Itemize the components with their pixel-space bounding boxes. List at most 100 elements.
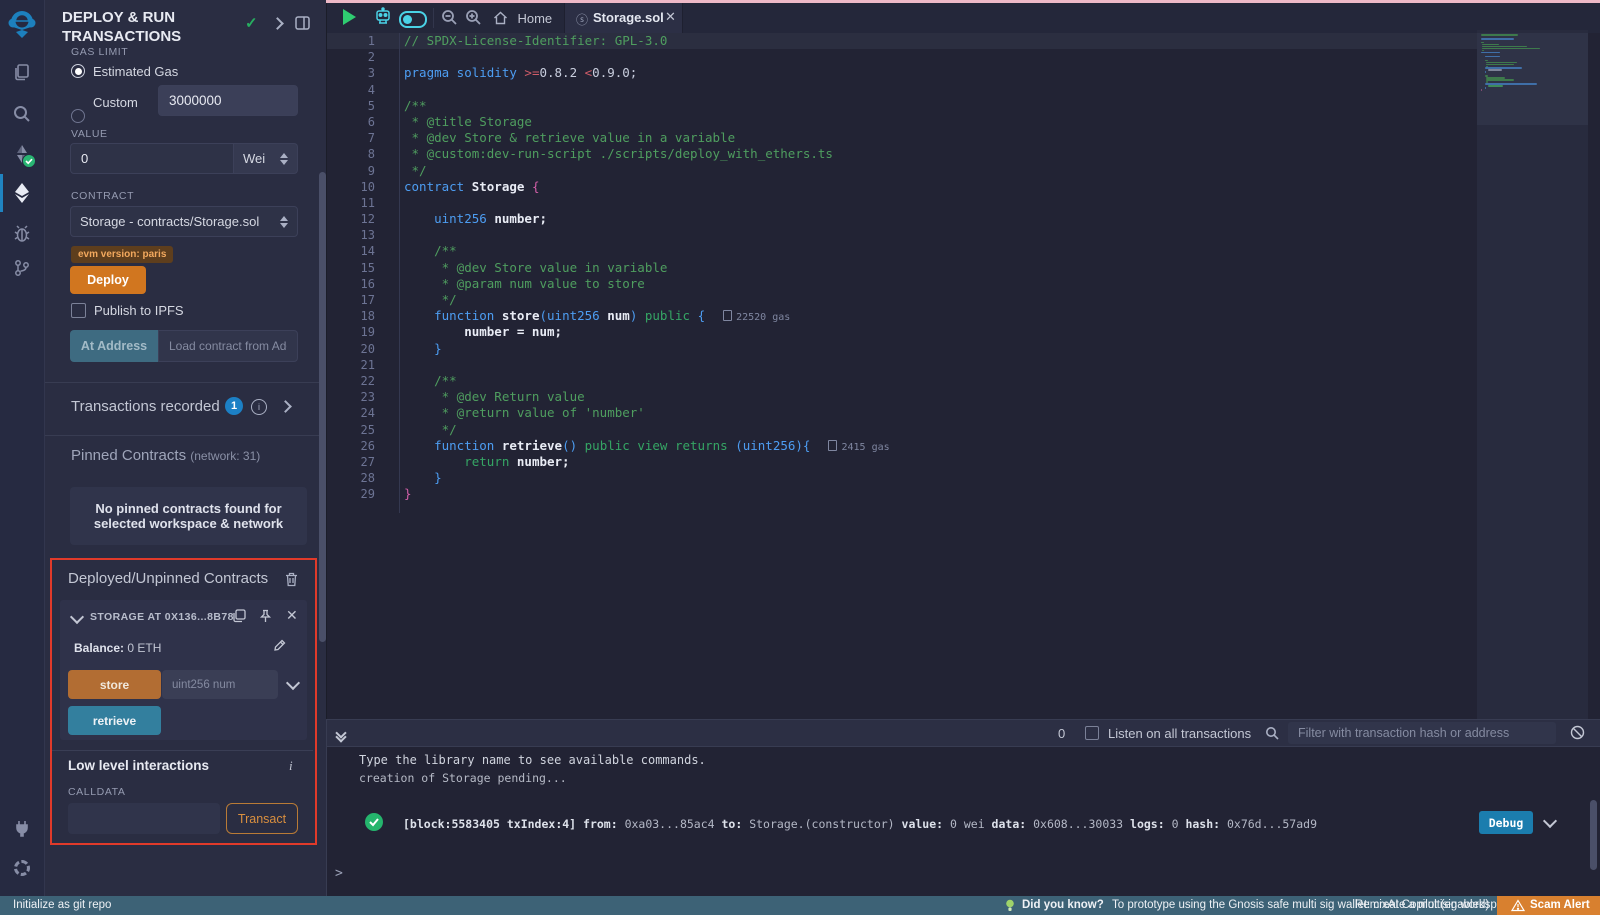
line-number: 9 (327, 163, 375, 179)
line-number: 25 (327, 422, 375, 438)
edit-balance-icon[interactable] (272, 639, 286, 653)
search-icon[interactable] (12, 104, 32, 124)
publish-ipfs-label: Publish to IPFS (94, 303, 184, 318)
log-token: 0 wei (943, 817, 991, 831)
code-line: * @title Storage (404, 114, 890, 130)
at-address-input[interactable] (158, 330, 298, 362)
minimap-line (1486, 79, 1514, 81)
close-contract-icon[interactable]: ✕ (286, 607, 298, 624)
value-unit-select[interactable]: Wei (234, 143, 298, 174)
line-number: 7 (327, 130, 375, 146)
transact-button[interactable]: Transact (226, 803, 298, 834)
transactions-expand-icon[interactable] (279, 400, 292, 413)
panel-forward-icon[interactable] (271, 17, 284, 30)
editor-code[interactable]: // SPDX-License-Identifier: GPL-3.0pragm… (404, 33, 890, 502)
log-token: from: (583, 817, 618, 831)
line-number: 10 (327, 179, 375, 195)
minimap-line (1486, 62, 1518, 64)
copy-icon[interactable] (232, 609, 246, 623)
panel-scrollbar[interactable] (319, 172, 326, 642)
git-init-button[interactable]: Initialize as git repo (13, 899, 111, 911)
contract-instance-title: STORAGE AT 0X136...8B78 (90, 611, 234, 623)
scam-alert-badge[interactable]: Scam Alert (1497, 896, 1600, 915)
log-token: 0x76d...57ad9 (1220, 817, 1317, 831)
updown-icon (280, 153, 288, 165)
zoom-in-icon[interactable] (465, 9, 482, 26)
terminal-log-text[interactable]: [block:5583405 txIndex:4] from: 0xa03...… (403, 817, 1317, 831)
zoom-out-icon[interactable] (441, 9, 458, 26)
gas-pump-icon (828, 440, 837, 451)
ai-assistant-icon[interactable] (374, 7, 392, 27)
gas-limit-label: GAS LIMIT (71, 46, 128, 58)
code-line: return number; (404, 454, 890, 470)
low-level-title: Low level interactions (68, 758, 209, 773)
line-number: 12 (327, 211, 375, 227)
contract-select[interactable]: Storage - contracts/Storage.sol (70, 206, 298, 237)
storage-sol-tab[interactable]: ⓢ Storage.sol ✕ (564, 3, 683, 33)
minimap[interactable] (1477, 30, 1588, 719)
contract-collapse-icon[interactable] (70, 610, 84, 624)
publish-ipfs-checkbox[interactable] (71, 303, 86, 318)
info-icon[interactable]: i (251, 399, 267, 415)
minimap-line (1485, 60, 1488, 62)
deployed-contracts-title: Deployed/Unpinned Contracts (68, 570, 268, 587)
remix-logo-icon[interactable] (8, 8, 36, 40)
line-number: 27 (327, 454, 375, 470)
plugin-manager-icon[interactable] (12, 818, 32, 838)
code-line: } (404, 341, 890, 357)
custom-gas-input[interactable] (158, 85, 298, 116)
trash-icon[interactable] (285, 572, 298, 587)
line-number: 6 (327, 114, 375, 130)
home-tab[interactable]: Home (493, 10, 552, 28)
remix-ide-window: DEPLOY & RUNTRANSACTIONS ✓ GAS LIMIT Est… (0, 0, 1600, 920)
terminal-pending-text: creation of Storage pending... (359, 771, 567, 785)
retrieve-function-button[interactable]: retrieve (68, 706, 161, 735)
panel-title: DEPLOY & RUNTRANSACTIONS (62, 8, 242, 46)
code-line: * @custom:dev-run-script ./scripts/deplo… (404, 146, 890, 162)
log-token: to: (722, 817, 743, 831)
line-number: 8 (327, 146, 375, 162)
listen-checkbox[interactable] (1085, 726, 1099, 740)
clear-terminal-icon[interactable] (1570, 725, 1585, 740)
code-line: uint256 number; (404, 211, 890, 227)
solidity-compiler-icon[interactable] (12, 144, 32, 164)
deployed-contract-card: STORAGE AT 0X136...8B78 ✕ Balance: 0 ETH… (60, 600, 307, 740)
run-script-icon[interactable] (343, 9, 356, 25)
code-line (404, 195, 890, 211)
at-address-button[interactable]: At Address (70, 330, 158, 362)
debugger-icon[interactable] (12, 224, 32, 244)
pinned-empty-card: No pinned contracts found for selected w… (70, 487, 307, 545)
calldata-input[interactable] (68, 803, 220, 834)
copilot-status[interactable]: RemixAI Copilot (enabled) (1355, 899, 1489, 911)
close-tab-icon[interactable]: ✕ (665, 9, 676, 25)
code-line (404, 227, 890, 243)
code-line: // SPDX-License-Identifier: GPL-3.0 (404, 33, 890, 49)
panel-layout-icon[interactable] (295, 16, 310, 30)
store-arg-input[interactable] (162, 670, 278, 699)
git-icon[interactable] (12, 258, 32, 278)
expand-terminal-icon[interactable] (337, 724, 357, 742)
divider (45, 435, 326, 436)
debug-button[interactable]: Debug (1479, 811, 1533, 834)
copilot-toggle[interactable] (399, 11, 427, 28)
low-level-info-icon[interactable]: i (289, 758, 293, 774)
deploy-run-icon[interactable] (12, 182, 32, 202)
deploy-button[interactable]: Deploy (70, 266, 146, 294)
expand-args-icon[interactable] (286, 676, 300, 690)
code-line: * @dev Store value in variable (404, 260, 890, 276)
estimated-gas-radio[interactable] (71, 64, 85, 78)
custom-gas-radio[interactable] (71, 109, 85, 123)
pin-icon[interactable] (259, 609, 272, 623)
editor-gutter: 1234567891011121314151617181920212223242… (327, 33, 401, 502)
file-explorer-icon[interactable] (12, 62, 32, 82)
filter-transactions-input[interactable] (1288, 722, 1556, 744)
terminal-scrollbar[interactable] (1590, 800, 1597, 870)
store-function-button[interactable]: store (68, 670, 161, 699)
settings-gear-icon[interactable] (14, 860, 30, 876)
value-input[interactable] (70, 143, 234, 174)
expand-log-icon[interactable] (1543, 814, 1557, 828)
pinned-contracts-title: Pinned Contracts (network: 31) (71, 447, 260, 464)
calldata-label: CALLDATA (68, 786, 126, 798)
log-token: value: (902, 817, 944, 831)
terminal-prompt[interactable]: > (335, 866, 343, 881)
